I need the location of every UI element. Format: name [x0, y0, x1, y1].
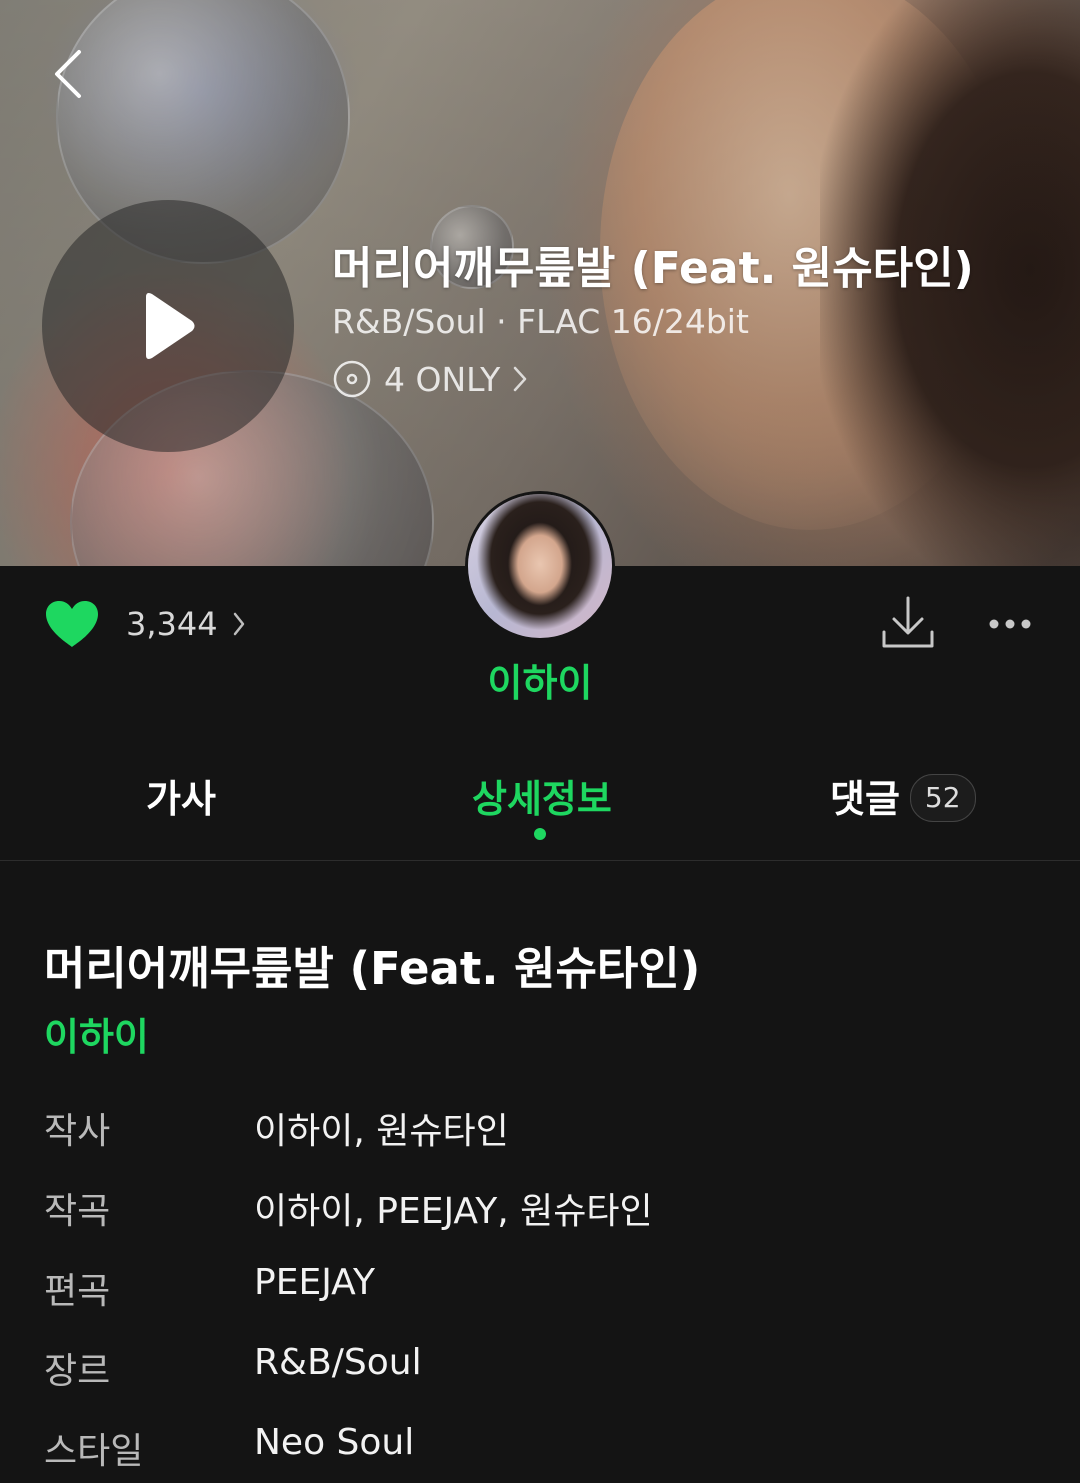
- play-button[interactable]: [42, 200, 294, 452]
- info-value: PEEJAY: [254, 1262, 376, 1303]
- info-value: Neo Soul: [254, 1422, 415, 1463]
- detail-song-title: 머리어깨무릎발 (Feat. 원슈타인): [44, 942, 701, 995]
- more-options-button[interactable]: [982, 604, 1038, 644]
- like-count: 3,344: [126, 605, 218, 643]
- like-button[interactable]: 3,344: [44, 598, 246, 650]
- back-button[interactable]: [38, 44, 98, 104]
- album-only-link[interactable]: 4 ONLY: [332, 358, 528, 400]
- info-row-arranger: 편곡 PEEJAY: [44, 1262, 1044, 1312]
- info-row-style: 스타일 Neo Soul: [44, 1422, 1044, 1472]
- disc-icon: [333, 360, 371, 398]
- chevron-right-icon: [514, 366, 527, 392]
- info-value: 이하이, PEEJAY, 원슈타인: [254, 1191, 653, 1232]
- download-button[interactable]: [878, 594, 938, 654]
- info-row-genre: 장르 R&B/Soul: [44, 1342, 1044, 1392]
- artist-avatar[interactable]: [468, 494, 612, 638]
- tab-details[interactable]: 상세정보: [472, 768, 612, 823]
- chevron-left-icon: [55, 50, 81, 98]
- download-icon: [882, 596, 934, 648]
- info-value: 이하이, 원슈타인: [254, 1111, 509, 1152]
- tab-comments[interactable]: 댓글 52: [830, 768, 976, 826]
- tab-label: 댓글: [830, 777, 900, 821]
- album-art-header: 머리어깨무릎발 (Feat. 원슈타인) R&B/Soul · FLAC 16/…: [0, 0, 1080, 566]
- info-row-lyricist: 작사 이하이, 원슈타인: [44, 1102, 1044, 1152]
- info-value: R&B/Soul: [254, 1342, 422, 1383]
- tab-lyrics[interactable]: 가사: [146, 768, 216, 823]
- tab-label: 상세정보: [472, 777, 612, 821]
- artist-name[interactable]: 이하이: [0, 652, 1080, 707]
- heart-icon: [46, 601, 98, 647]
- song-title: 머리어깨무릎발 (Feat. 원슈타인): [332, 243, 974, 294]
- detail-artist-name[interactable]: 이하이: [44, 1006, 149, 1061]
- info-label: 편곡: [44, 1271, 111, 1312]
- chevron-right-icon: [233, 612, 244, 636]
- comment-count-badge: 52: [909, 773, 976, 822]
- only-label: 4 ONLY: [384, 359, 501, 399]
- info-label: 장르: [44, 1351, 111, 1392]
- tab-bar: 가사 상세정보 댓글 52: [0, 740, 1080, 860]
- more-dots-icon: [989, 619, 1031, 629]
- info-label: 작곡: [44, 1191, 111, 1232]
- song-genre-quality: R&B/Soul · FLAC 16/24bit: [332, 302, 749, 341]
- play-icon: [146, 293, 195, 359]
- active-tab-indicator: [534, 828, 546, 840]
- tab-label: 가사: [146, 777, 216, 821]
- info-label: 스타일: [44, 1431, 144, 1472]
- info-label: 작사: [44, 1111, 111, 1152]
- divider: [0, 860, 1080, 861]
- info-row-composer: 작곡 이하이, PEEJAY, 원슈타인: [44, 1182, 1044, 1232]
